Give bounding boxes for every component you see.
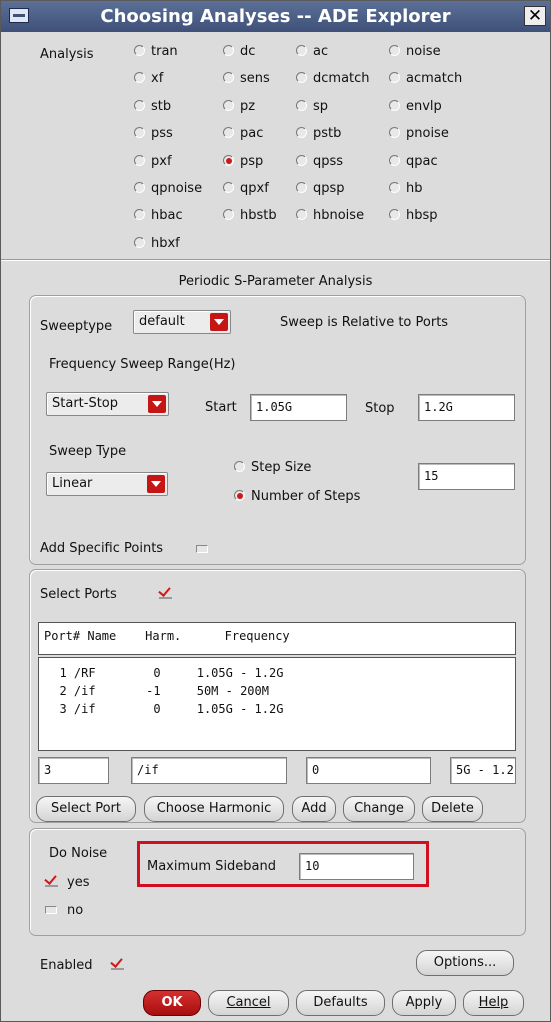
window-menu-icon[interactable] bbox=[9, 8, 29, 23]
select-ports-label: Select Ports bbox=[40, 587, 117, 602]
options-button[interactable]: Options... bbox=[416, 950, 514, 976]
analysis-radio-xf[interactable]: xf bbox=[134, 71, 163, 86]
close-icon[interactable]: ✕ bbox=[524, 6, 546, 26]
sweep-type-value: Linear bbox=[52, 476, 93, 491]
noise-yes-label: yes bbox=[67, 875, 90, 890]
ok-button[interactable]: OK bbox=[143, 990, 201, 1016]
apply-button[interactable]: Apply bbox=[392, 990, 456, 1016]
analysis-radio-psp[interactable]: psp bbox=[223, 154, 263, 169]
analysis-radio-ac[interactable]: ac bbox=[296, 44, 328, 59]
list-item[interactable]: 1 /RF 0 1.05G - 1.2G bbox=[45, 666, 283, 680]
chevron-down-icon bbox=[147, 475, 165, 493]
delete-button[interactable]: Delete bbox=[422, 796, 483, 822]
sweep-type-label: Sweep Type bbox=[49, 444, 127, 459]
relative-note: Sweep is Relative to Ports bbox=[280, 315, 449, 330]
max-sideband-label: Maximum Sideband bbox=[147, 859, 277, 874]
analysis-radio-stb[interactable]: stb bbox=[134, 99, 171, 114]
analysis-radio-hbnoise[interactable]: hbnoise bbox=[296, 208, 364, 223]
port-number-input[interactable]: 3 bbox=[38, 757, 109, 784]
window-title: Choosing Analyses -- ADE Explorer bbox=[100, 6, 451, 27]
analysis-radio-pxf[interactable]: pxf bbox=[134, 154, 172, 169]
ports-list[interactable]: 1 /RF 0 1.05G - 1.2G 2 /if -1 50M - 200M… bbox=[38, 657, 516, 751]
add-specific-checkbox[interactable] bbox=[196, 545, 208, 553]
sweep-group bbox=[29, 295, 526, 565]
analysis-radio-sp[interactable]: sp bbox=[296, 99, 328, 114]
enabled-label: Enabled bbox=[40, 958, 93, 973]
number-of-steps-radio[interactable]: Number of Steps bbox=[234, 489, 360, 504]
sweeptype-label: Sweeptype bbox=[40, 319, 113, 334]
max-sideband-input[interactable]: 10 bbox=[299, 853, 414, 880]
start-input[interactable]: 1.05G bbox=[250, 394, 347, 421]
analysis-radio-hbac[interactable]: hbac bbox=[134, 208, 183, 223]
analysis-radio-hbxf[interactable]: hbxf bbox=[134, 236, 180, 251]
section-title: Periodic S-Parameter Analysis bbox=[178, 274, 373, 289]
analysis-radio-qpsp[interactable]: qpsp bbox=[296, 181, 345, 196]
defaults-button[interactable]: Defaults bbox=[296, 990, 385, 1016]
analysis-radio-hbstb[interactable]: hbstb bbox=[223, 208, 277, 223]
analysis-radio-qpxf[interactable]: qpxf bbox=[223, 181, 269, 196]
analysis-label: Analysis bbox=[40, 47, 94, 62]
add-specific-label: Add Specific Points bbox=[40, 541, 164, 556]
title-bar[interactable]: Choosing Analyses -- ADE Explorer ✕ bbox=[1, 1, 550, 32]
analysis-radio-envlp[interactable]: envlp bbox=[389, 99, 442, 114]
select-port-button[interactable]: Select Port bbox=[36, 796, 136, 822]
port-harmonic-input[interactable]: 0 bbox=[306, 757, 431, 784]
sweeptype-select[interactable]: default bbox=[133, 310, 231, 334]
range-label: Frequency Sweep Range(Hz) bbox=[49, 357, 236, 372]
analysis-radio-pz[interactable]: pz bbox=[223, 99, 255, 114]
start-label: Start bbox=[205, 400, 237, 415]
analysis-radio-hbsp[interactable]: hbsp bbox=[389, 208, 438, 223]
analysis-radio-acmatch[interactable]: acmatch bbox=[389, 71, 462, 86]
noise-no-checkbox[interactable] bbox=[45, 906, 57, 914]
chevron-down-icon bbox=[148, 395, 166, 413]
analysis-radio-pnoise[interactable]: pnoise bbox=[389, 126, 449, 141]
ports-header-text: Port# Name Harm. Frequency bbox=[44, 629, 290, 643]
cancel-button[interactable]: Cancel bbox=[208, 990, 289, 1016]
divider bbox=[1, 259, 550, 261]
analysis-radio-pstb[interactable]: pstb bbox=[296, 126, 341, 141]
noise-no-label: no bbox=[67, 903, 84, 918]
dialog-window: Choosing Analyses -- ADE Explorer ✕ Anal… bbox=[0, 0, 551, 1022]
choose-harmonic-button[interactable]: Choose Harmonic bbox=[144, 796, 284, 822]
change-button[interactable]: Change bbox=[343, 796, 415, 822]
analysis-radio-hb[interactable]: hb bbox=[389, 181, 423, 196]
analysis-radio-dcmatch[interactable]: dcmatch bbox=[296, 71, 370, 86]
analysis-radio-qpnoise[interactable]: qpnoise bbox=[134, 181, 202, 196]
analysis-radio-qpac[interactable]: qpac bbox=[389, 154, 438, 169]
ports-table-header: Port# Name Harm. Frequency bbox=[38, 622, 516, 655]
list-item[interactable]: 3 /if 0 1.05G - 1.2G bbox=[45, 702, 283, 716]
enabled-checkbox[interactable] bbox=[111, 956, 125, 970]
analysis-radio-tran[interactable]: tran bbox=[134, 44, 178, 59]
range-mode-select[interactable]: Start-Stop bbox=[46, 392, 169, 416]
step-size-radio[interactable]: Step Size bbox=[234, 460, 311, 475]
analysis-radio-sens[interactable]: sens bbox=[223, 71, 270, 86]
port-frequency-input[interactable]: 5G - 1.2 bbox=[450, 757, 516, 784]
sweep-type-select[interactable]: Linear bbox=[46, 472, 168, 496]
range-mode-value: Start-Stop bbox=[52, 396, 119, 411]
analysis-radio-pac[interactable]: pac bbox=[223, 126, 263, 141]
select-ports-checkbox[interactable] bbox=[159, 585, 173, 599]
analysis-radio-pss[interactable]: pss bbox=[134, 126, 173, 141]
list-item[interactable]: 2 /if -1 50M - 200M bbox=[45, 684, 269, 698]
add-button[interactable]: Add bbox=[292, 796, 336, 822]
help-button[interactable]: Help bbox=[463, 990, 524, 1016]
noise-yes-checkbox[interactable] bbox=[45, 873, 59, 887]
stop-input[interactable]: 1.2G bbox=[418, 394, 515, 421]
analysis-radio-noise[interactable]: noise bbox=[389, 44, 441, 59]
steps-input[interactable]: 15 bbox=[418, 463, 515, 490]
sweeptype-value: default bbox=[139, 314, 185, 329]
analysis-radio-qpss[interactable]: qpss bbox=[296, 154, 343, 169]
do-noise-label: Do Noise bbox=[49, 846, 108, 861]
chevron-down-icon bbox=[210, 313, 228, 331]
port-name-input[interactable]: /if bbox=[131, 757, 287, 784]
stop-label: Stop bbox=[365, 401, 395, 416]
analysis-radio-dc[interactable]: dc bbox=[223, 44, 255, 59]
